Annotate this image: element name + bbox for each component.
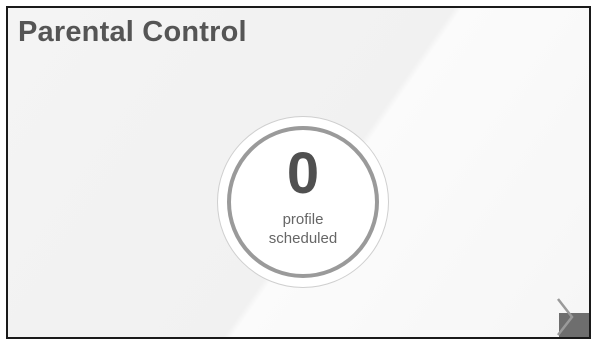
widget-title: Parental Control	[18, 16, 247, 48]
profile-count-inner-ring: 0 profile scheduled	[227, 126, 379, 278]
profile-count-caption: profile scheduled	[231, 210, 375, 248]
caption-line-profile: profile	[282, 211, 324, 228]
parental-control-widget: Parental Control 0 profile scheduled	[6, 6, 591, 339]
profile-count-ring: 0 profile scheduled	[217, 116, 389, 288]
profile-count-value: 0	[286, 141, 320, 206]
more-button[interactable]	[557, 298, 589, 337]
caption-line-scheduled: scheduled	[268, 230, 338, 247]
chevron-right-icon	[557, 298, 574, 336]
